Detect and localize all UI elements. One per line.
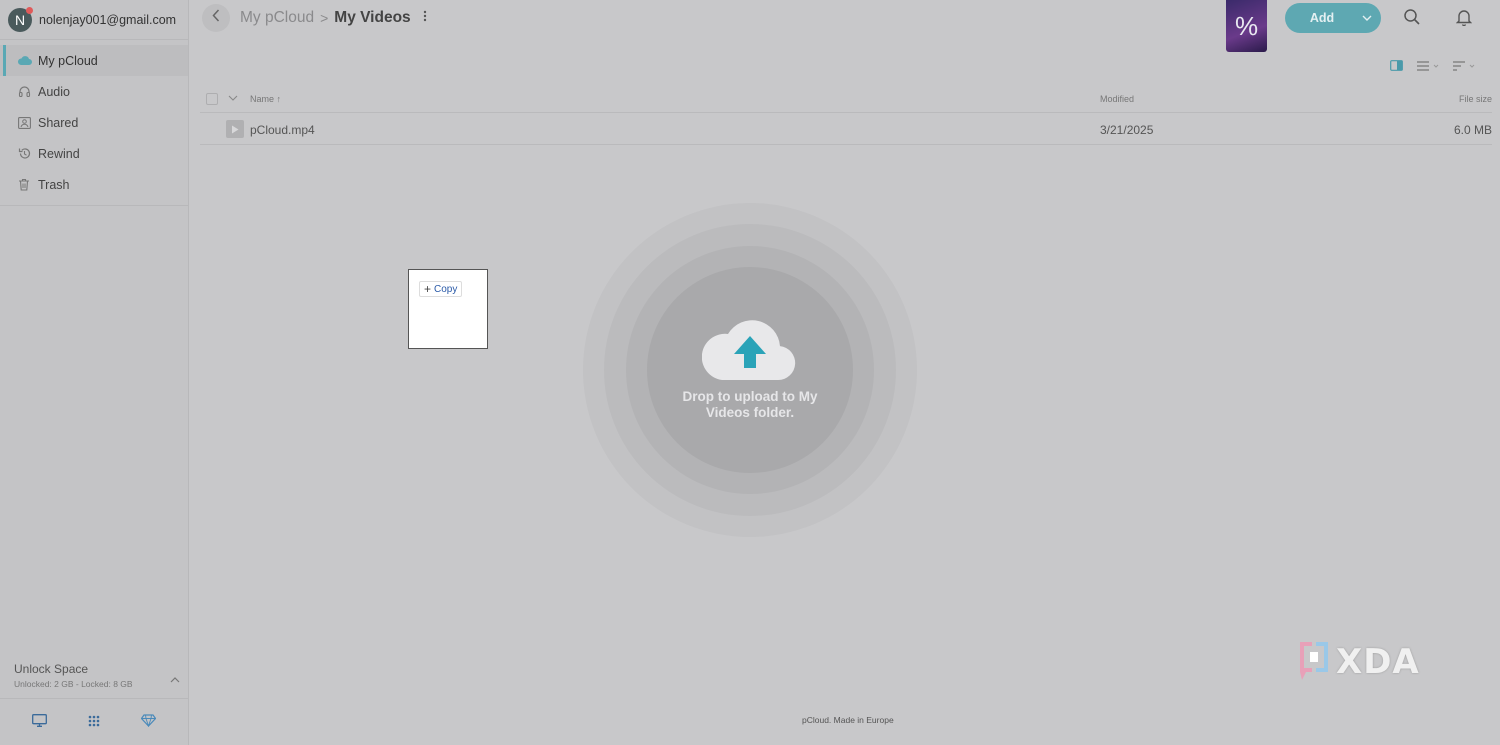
sidebar: N nolenjay001@gmail.com My pCloud Audio … bbox=[0, 0, 189, 745]
unlock-space-panel[interactable]: Unlock Space Unlocked: 2 GB - Locked: 8 … bbox=[0, 656, 188, 699]
apps-grid-icon[interactable] bbox=[88, 714, 100, 732]
diamond-icon[interactable] bbox=[140, 713, 156, 732]
file-table-header: Name ↑ Modified File size bbox=[200, 85, 1492, 113]
sidebar-item-my-pcloud[interactable]: My pCloud bbox=[0, 45, 188, 76]
promo-banner[interactable]: % bbox=[1226, 0, 1267, 52]
bell-icon[interactable] bbox=[1455, 8, 1473, 31]
unlock-space-title: Unlock Space bbox=[14, 662, 89, 676]
add-button-label: Add bbox=[1309, 11, 1335, 25]
shared-icon bbox=[16, 116, 32, 130]
sidebar-nav: My pCloud Audio Shared Rewind Trash bbox=[0, 40, 188, 206]
column-header-name[interactable]: Name ↑ bbox=[250, 94, 281, 104]
table-row[interactable]: pCloud.mp4 3/21/2025 6.0 MB bbox=[200, 114, 1492, 145]
avatar-initial: N bbox=[14, 11, 26, 28]
sidebar-item-label: Audio bbox=[38, 84, 70, 99]
avatar[interactable]: N bbox=[8, 6, 33, 32]
sidebar-item-label: Shared bbox=[38, 115, 79, 130]
more-options-icon[interactable] bbox=[423, 9, 427, 27]
rewind-icon bbox=[16, 147, 32, 161]
copy-label: Copy bbox=[434, 283, 458, 295]
top-bar: My pCloud > My Videos % Add bbox=[190, 0, 1500, 52]
account-header[interactable]: N nolenjay001@gmail.com bbox=[0, 0, 188, 40]
desktop-icon[interactable] bbox=[32, 713, 48, 732]
chevron-up-icon[interactable] bbox=[170, 670, 180, 688]
file-size: 6.0 MB bbox=[1453, 123, 1492, 137]
chevron-left-icon bbox=[212, 9, 220, 27]
sidebar-item-label: Trash bbox=[38, 177, 70, 192]
view-toolbar bbox=[1390, 58, 1475, 76]
file-name[interactable]: pCloud.mp4 bbox=[250, 123, 315, 137]
sidebar-item-label: My pCloud bbox=[38, 53, 98, 68]
drag-preview: + Copy bbox=[408, 269, 488, 349]
sidebar-item-rewind[interactable]: Rewind bbox=[0, 138, 188, 169]
xda-logo-icon bbox=[1296, 636, 1334, 687]
account-email: nolenjay001@gmail.com bbox=[39, 12, 177, 27]
file-modified: 3/21/2025 bbox=[1100, 123, 1154, 137]
info-panel-toggle-icon[interactable] bbox=[1390, 58, 1403, 76]
sort-icon[interactable] bbox=[1453, 58, 1475, 76]
main-content: My pCloud > My Videos % Add Name ↑ Modif… bbox=[190, 0, 1500, 745]
notification-dot bbox=[26, 6, 33, 14]
video-file-icon bbox=[226, 120, 244, 138]
column-header-label: Name bbox=[250, 94, 275, 104]
sidebar-bottom-bar bbox=[0, 700, 188, 745]
back-button[interactable] bbox=[202, 4, 230, 32]
copy-badge: + Copy bbox=[419, 281, 463, 297]
trash-icon bbox=[16, 178, 32, 192]
select-all-checkbox[interactable] bbox=[206, 93, 218, 105]
add-button[interactable]: Add bbox=[1285, 3, 1381, 33]
promo-percent-glyph: % bbox=[1234, 10, 1259, 41]
column-header-size[interactable]: File size bbox=[1459, 94, 1492, 104]
column-header-modified[interactable]: Modified bbox=[1100, 94, 1134, 104]
sidebar-item-shared[interactable]: Shared bbox=[0, 107, 188, 138]
unlock-space-subtitle: Unlocked: 2 GB - Locked: 8 GB bbox=[14, 679, 133, 689]
upload-cloud-icon bbox=[701, 318, 798, 387]
xda-watermark: XDA bbox=[1296, 636, 1420, 687]
chevron-down-icon[interactable] bbox=[228, 93, 238, 103]
cloud-icon bbox=[16, 54, 32, 68]
headphones-icon bbox=[16, 85, 32, 99]
sidebar-item-audio[interactable]: Audio bbox=[0, 76, 188, 107]
list-view-icon[interactable] bbox=[1417, 58, 1439, 76]
sidebar-item-trash[interactable]: Trash bbox=[0, 169, 188, 200]
breadcrumb: My pCloud > My Videos bbox=[240, 9, 427, 27]
dropzone-text: Drop to upload to My Videos folder. bbox=[682, 389, 818, 420]
breadcrumb-root[interactable]: My pCloud bbox=[240, 9, 314, 27]
page-title: My Videos bbox=[334, 9, 411, 26]
plus-icon: + bbox=[424, 282, 432, 296]
search-icon[interactable] bbox=[1403, 8, 1421, 31]
sidebar-item-label: Rewind bbox=[38, 146, 80, 161]
watermark-text: XDA bbox=[1336, 641, 1420, 682]
sort-arrow-up-icon: ↑ bbox=[276, 94, 282, 104]
chevron-down-icon[interactable] bbox=[1353, 15, 1381, 21]
footer-text: pCloud. Made in Europe bbox=[802, 715, 894, 725]
breadcrumb-separator: > bbox=[320, 10, 329, 26]
